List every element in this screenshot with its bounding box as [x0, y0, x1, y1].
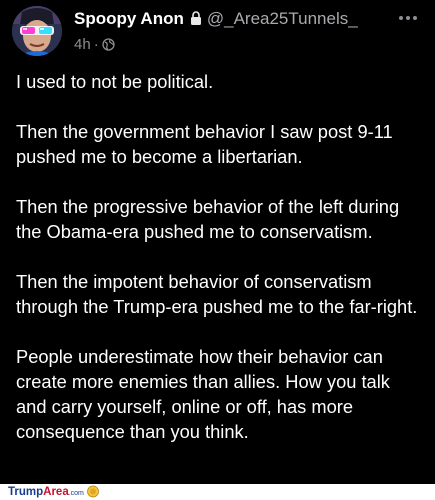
post-paragraph: Then the government behavior I saw post … [16, 121, 393, 167]
author-row: Spoopy Anon @_Area25Tunnels_ [74, 8, 358, 30]
timestamp[interactable]: 4h [74, 36, 91, 53]
watermark-bar: TrumpArea.com [0, 484, 435, 500]
post-paragraph: I used to not be political. [16, 71, 214, 92]
more-icon[interactable] [397, 9, 419, 27]
post-paragraph: Then the impotent behavior of conservati… [16, 271, 418, 317]
post-paragraph: Then the progressive behavior of the lef… [16, 196, 400, 242]
meta-row: 4h · [74, 36, 115, 54]
post-card: Spoopy Anon @_Area25Tunnels_ 4h · I used t… [0, 0, 435, 484]
handle[interactable]: @_Area25Tunnels_ [207, 9, 358, 28]
avatar[interactable] [12, 6, 62, 56]
display-name[interactable]: Spoopy Anon [74, 9, 184, 28]
watermark-part: .com [68, 490, 84, 497]
lock-icon [190, 9, 202, 25]
watermark-badge-icon [87, 485, 99, 498]
watermark-part: Trump [8, 486, 44, 498]
avatar-image [12, 6, 62, 56]
watermark-part: Area [43, 486, 69, 498]
watermark-logo: TrumpArea.com [8, 485, 84, 500]
post-body: I used to not be political. Then the gov… [16, 69, 421, 469]
post-paragraph: People underestimate how their behavior … [16, 346, 390, 442]
post-header: Spoopy Anon @_Area25Tunnels_ 4h · [74, 8, 425, 54]
globe-icon [102, 38, 115, 51]
separator: · [93, 36, 99, 53]
